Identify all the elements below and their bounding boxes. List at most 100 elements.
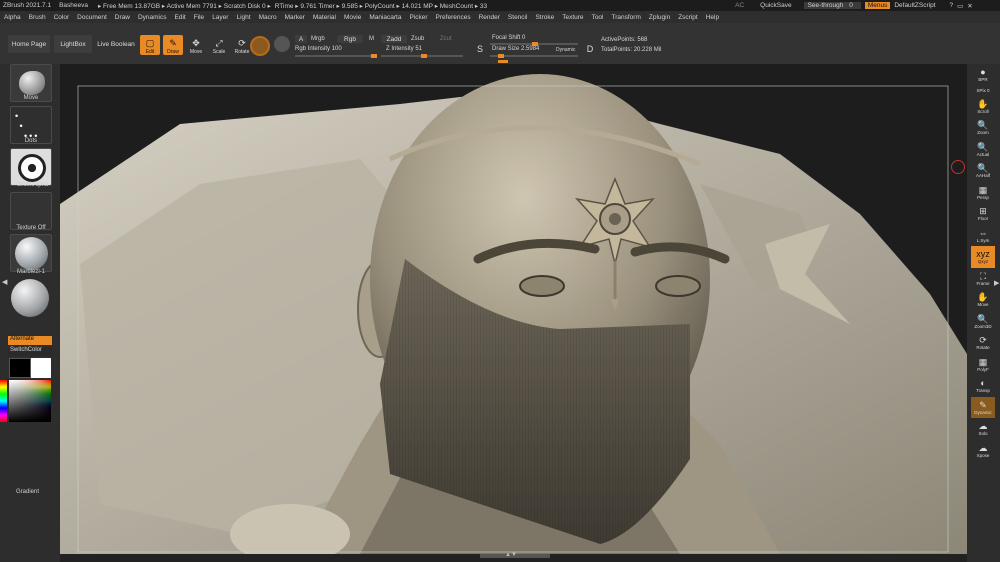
menu-help[interactable]: Help: [702, 14, 723, 21]
s-toggle-icon[interactable]: S: [474, 35, 486, 55]
alpha-thumbnail[interactable]: [10, 148, 52, 186]
menu-zplugin[interactable]: Zplugin: [645, 14, 674, 21]
right-l-sym-button[interactable]: ⇔ L.Sym: [971, 225, 995, 247]
secondary-color-swatch[interactable]: [9, 358, 31, 378]
color-picker[interactable]: [0, 380, 51, 422]
menu-draw[interactable]: Draw: [111, 14, 134, 21]
quicksave-button[interactable]: QuickSave: [760, 2, 791, 9]
z-intensity-slider[interactable]: Z Intensity 51: [386, 46, 422, 52]
default-zscript-button[interactable]: DefaultZScript: [894, 2, 935, 9]
right-solo-button[interactable]: ☁ Solo: [971, 418, 995, 440]
window-icon[interactable]: ▭: [957, 2, 963, 10]
dynamic-toggle[interactable]: Dynamic: [556, 47, 575, 53]
menu-stroke[interactable]: Stroke: [531, 14, 558, 21]
right-frame-button[interactable]: ⛶ Frame: [971, 268, 995, 290]
menu-file[interactable]: File: [190, 14, 208, 21]
edit-tool-button[interactable]: ▢ Edit: [140, 35, 160, 55]
menu-maniacarta[interactable]: Maniacarta: [365, 14, 405, 21]
home-page-button[interactable]: Home Page: [8, 35, 50, 53]
focal-shift-track[interactable]: [490, 42, 578, 46]
question-icon[interactable]: ?: [950, 2, 954, 9]
canvas-viewport[interactable]: [60, 64, 967, 554]
right-dynamic-button[interactable]: ✎ Dynamic: [971, 396, 995, 418]
menus-button[interactable]: Menus: [864, 2, 891, 9]
menu-brush[interactable]: Brush: [25, 14, 50, 21]
right-aahalf-button[interactable]: 🔍 AAHalf: [971, 160, 995, 182]
menu-light[interactable]: Light: [232, 14, 254, 21]
zsub-button[interactable]: Zsub: [411, 36, 424, 42]
menu-picker[interactable]: Picker: [405, 14, 431, 21]
switch-color-button[interactable]: SwitchColor: [8, 347, 52, 356]
rgb-button[interactable]: Rgb: [337, 35, 363, 43]
shelf-scroll-indicator[interactable]: [498, 60, 508, 63]
menu-stencil[interactable]: Stencil: [504, 14, 532, 21]
rgb-intensity-track[interactable]: [295, 54, 377, 58]
menu-document[interactable]: Document: [73, 14, 111, 21]
right-scroll-button[interactable]: ✋ Scroll: [971, 96, 995, 118]
marble-sphere-icon: [15, 237, 48, 270]
menu-tool[interactable]: Tool: [588, 14, 608, 21]
right-persp-button[interactable]: ▦ Persp: [971, 182, 995, 204]
mrgb-button[interactable]: Mrgb: [311, 36, 325, 42]
draw-size-slider[interactable]: Draw Size 2.5984: [492, 46, 539, 52]
material-thumbnail[interactable]: [10, 234, 52, 272]
rotate-tool-button[interactable]: ⟳ Rotate: [232, 35, 252, 56]
right-qxyz-button[interactable]: xyz Qxyz: [971, 246, 995, 268]
left-collapse-icon[interactable]: ◀: [2, 278, 7, 286]
z-intensity-track[interactable]: [381, 54, 463, 58]
menu-transform[interactable]: Transform: [608, 14, 645, 21]
right-rotate-button[interactable]: ⟳ Rotate: [971, 332, 995, 354]
ac-label[interactable]: AC: [735, 2, 744, 9]
a-button[interactable]: A: [295, 35, 307, 43]
d-toggle-icon[interactable]: D: [584, 35, 596, 55]
right-zoom3d-button[interactable]: 🔍 Zoom3D: [971, 311, 995, 333]
right-polyf-button[interactable]: ▦ PolyF: [971, 354, 995, 376]
menu-zscript[interactable]: Zscript: [674, 14, 702, 21]
zcut-button[interactable]: Zcut: [440, 36, 452, 42]
menu-layer[interactable]: Layer: [208, 14, 232, 21]
see-through-slider[interactable]: See-through 0: [803, 2, 861, 9]
tool-label: Rotate: [234, 49, 250, 55]
menu-texture[interactable]: Texture: [558, 14, 587, 21]
m-button[interactable]: M: [369, 36, 374, 42]
alternate-button[interactable]: Alternate: [8, 336, 52, 345]
right-xpose-button[interactable]: ☁ Xpose: [971, 440, 995, 462]
right-shelf: ▶ ● BPR SPix 0 ✋ Scroll 🔍 Zoom 🔍 Actual 🔍 AAHalf ▦ P…: [951, 64, 1000, 562]
color-sphere-thumbnail[interactable]: [10, 279, 52, 317]
right-move-button[interactable]: ✋ Move: [971, 289, 995, 311]
menu-render[interactable]: Render: [475, 14, 504, 21]
hue-strip[interactable]: [0, 380, 7, 422]
move-tool-button[interactable]: ✥ Move: [186, 35, 206, 56]
menu-material[interactable]: Material: [309, 14, 340, 21]
right-floor-button[interactable]: ⊞ Floor: [971, 203, 995, 225]
menu-alpha[interactable]: Alpha: [0, 14, 25, 21]
draw-tool-button[interactable]: ✎ Draw: [163, 35, 183, 55]
material-sphere-icon[interactable]: [274, 36, 290, 52]
menu-color[interactable]: Color: [50, 14, 74, 21]
live-boolean-button[interactable]: Live Boolean: [94, 35, 138, 53]
close-icon[interactable]: ✕: [967, 2, 972, 10]
brush-dot-icon[interactable]: [250, 36, 270, 56]
menu-edit[interactable]: Edit: [171, 14, 190, 21]
main-color-swatch[interactable]: [31, 358, 51, 378]
rgb-intensity-slider[interactable]: Rgb Intensity 100: [295, 46, 342, 52]
focal-shift-slider[interactable]: Focal Shift 0: [492, 35, 525, 41]
right-zoom-button[interactable]: 🔍 Zoom: [971, 117, 995, 139]
draw-size-track[interactable]: [490, 54, 578, 58]
lightbox-button[interactable]: LightBox: [54, 35, 92, 53]
tool-label: Edit: [145, 49, 155, 55]
menu-movie[interactable]: Movie: [340, 14, 365, 21]
bottom-collapse-icon[interactable]: ▲▼: [505, 552, 517, 558]
zadd-button[interactable]: Zadd: [381, 35, 407, 43]
right-bpr-button[interactable]: ● BPR: [971, 64, 995, 86]
menu-dynamics[interactable]: Dynamics: [134, 14, 171, 21]
right-transp-button[interactable]: ◐ Transp: [971, 375, 995, 397]
right-actual-button[interactable]: 🔍 Actual: [971, 139, 995, 161]
menu-preferences[interactable]: Preferences: [432, 14, 475, 21]
right-spix-0-button[interactable]: SPix 0: [971, 86, 995, 96]
scale-tool-button[interactable]: ⤢ Scale: [209, 35, 229, 56]
zoom3d-icon: 🔍: [977, 313, 989, 324]
scroll-icon: ✋: [977, 98, 989, 109]
menu-marker[interactable]: Marker: [281, 14, 309, 21]
menu-macro[interactable]: Macro: [255, 14, 281, 21]
